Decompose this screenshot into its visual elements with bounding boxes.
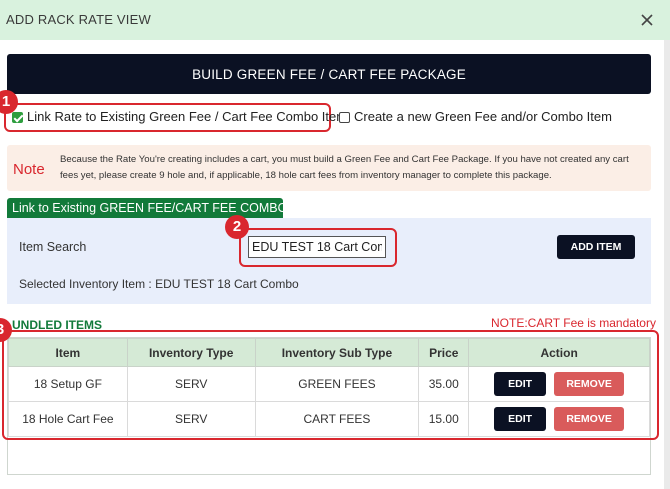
note-box: Note Because the Rate You're creating in…: [7, 145, 651, 191]
selected-inventory-item: Selected Inventory Item : EDU TEST 18 Ca…: [19, 277, 299, 291]
item-search-input[interactable]: [248, 236, 386, 258]
create-new-label: Create a new Green Fee and/or Combo Item: [354, 109, 612, 124]
annotation-marker-2: 2: [225, 215, 249, 239]
note-text: Because the Rate You're creating include…: [60, 154, 629, 181]
link-existing-label: Link Rate to Existing Green Fee / Cart F…: [27, 109, 348, 124]
build-package-button[interactable]: BUILD GREEN FEE / CART FEE PACKAGE: [7, 54, 651, 94]
build-package-label: BUILD GREEN FEE / CART FEE PACKAGE: [192, 67, 466, 82]
note-label: Note: [13, 161, 45, 178]
create-new-checkbox[interactable]: [339, 112, 350, 123]
close-button[interactable]: [636, 9, 658, 31]
modal-title: ADD RACK RATE VIEW: [6, 12, 151, 27]
close-icon: [641, 14, 653, 26]
link-existing-checkbox[interactable]: [12, 112, 23, 123]
modal-header: ADD RACK RATE VIEW: [0, 0, 670, 40]
item-search-label: Item Search: [19, 240, 87, 254]
link-section-title-text: Link to Existing GREEN FEE/CART FEE COMB…: [12, 201, 288, 215]
highlight-box-3: [2, 330, 659, 440]
cart-fee-mandatory-note: NOTE:CART Fee is mandatory: [491, 316, 656, 330]
add-item-button[interactable]: ADD ITEM: [557, 235, 635, 259]
scrollbar[interactable]: [664, 40, 670, 489]
